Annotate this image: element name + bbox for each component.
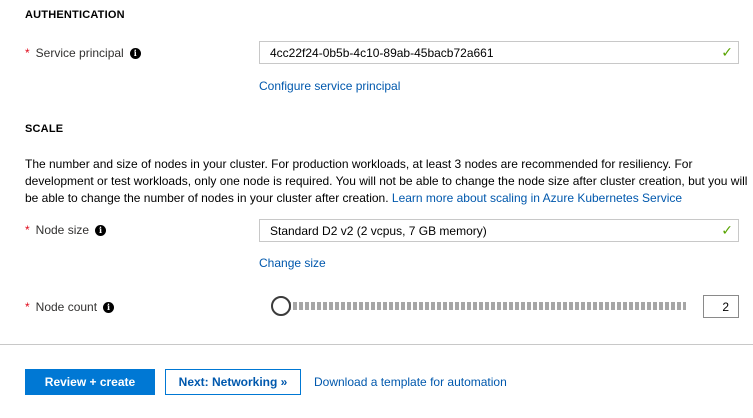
- scale-heading: SCALE: [25, 123, 64, 135]
- required-asterisk: *: [25, 223, 30, 237]
- info-icon[interactable]: i: [103, 301, 115, 313]
- configure-service-principal-link[interactable]: Configure service principal: [259, 79, 400, 93]
- next-networking-button[interactable]: Next: Networking »: [165, 369, 301, 395]
- footer-divider: [0, 344, 753, 345]
- service-principal-label: * Service principal i: [25, 46, 141, 60]
- node-count-slider[interactable]: [271, 296, 686, 316]
- node-size-field[interactable]: Standard D2 v2 (2 vcpus, 7 GB memory) ✓: [259, 219, 739, 242]
- review-create-button[interactable]: Review + create: [25, 369, 155, 395]
- service-principal-value: 4cc22f24-0b5b-4c10-89ab-45bacb72a661: [270, 45, 494, 60]
- checkmark-icon: ✓: [721, 222, 733, 238]
- slider-track[interactable]: [281, 302, 686, 310]
- slider-thumb[interactable]: [271, 296, 291, 316]
- node-size-label: * Node size i: [25, 223, 107, 237]
- service-principal-field[interactable]: 4cc22f24-0b5b-4c10-89ab-45bacb72a661 ✓: [259, 41, 739, 64]
- service-principal-label-text: Service principal: [35, 46, 124, 60]
- required-asterisk: *: [25, 46, 30, 60]
- node-count-label: * Node count i: [25, 300, 115, 314]
- authentication-heading: AUTHENTICATION: [25, 9, 125, 21]
- download-template-link[interactable]: Download a template for automation: [314, 375, 507, 389]
- change-size-link[interactable]: Change size: [259, 256, 326, 270]
- node-size-label-text: Node size: [35, 223, 90, 237]
- info-icon[interactable]: i: [129, 47, 141, 59]
- learn-more-scaling-link[interactable]: Learn more about scaling in Azure Kubern…: [392, 191, 682, 205]
- node-count-input[interactable]: 2: [703, 295, 739, 318]
- scale-description: The number and size of nodes in your clu…: [25, 156, 750, 207]
- node-size-value: Standard D2 v2 (2 vcpus, 7 GB memory): [270, 223, 487, 238]
- info-icon[interactable]: i: [95, 224, 107, 236]
- required-asterisk: *: [25, 300, 30, 314]
- checkmark-icon: ✓: [721, 44, 733, 60]
- node-count-label-text: Node count: [35, 300, 98, 314]
